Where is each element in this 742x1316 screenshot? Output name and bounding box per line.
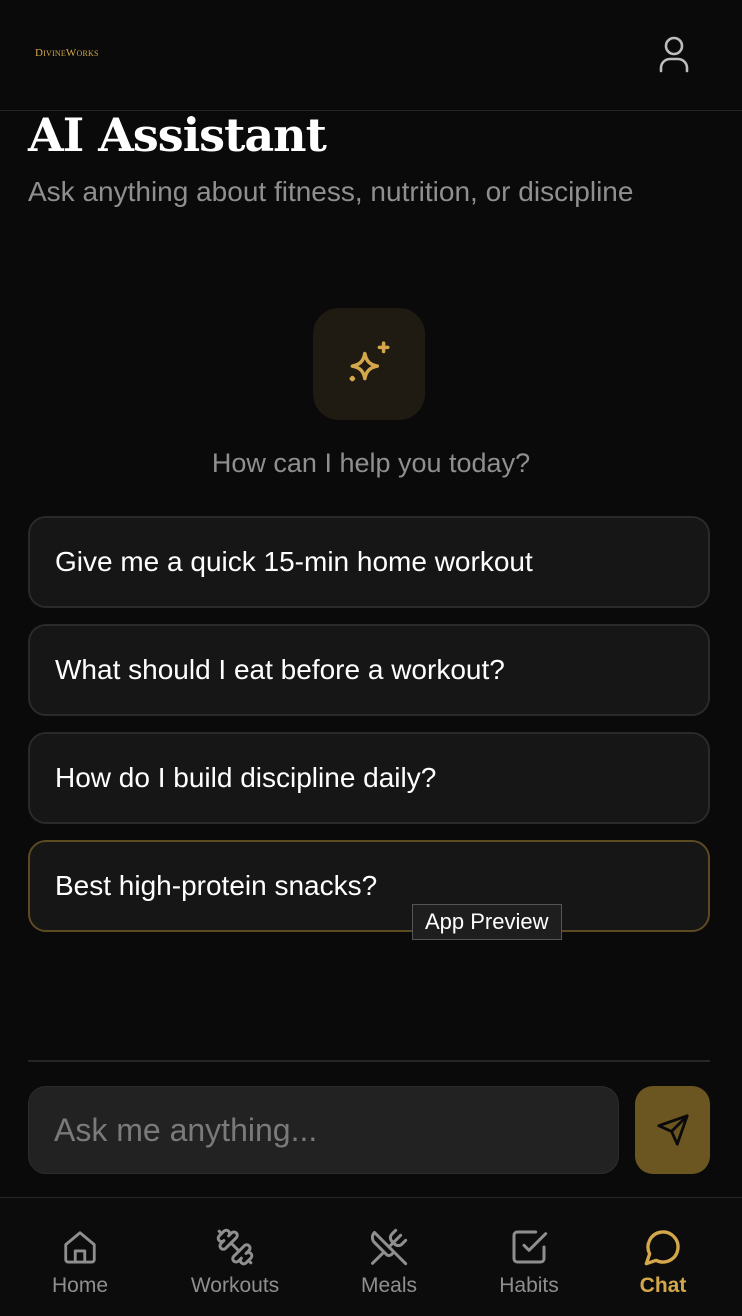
sparkles-icon — [349, 341, 390, 382]
utensils-icon — [369, 1226, 409, 1268]
page-title: AI Assistant — [28, 108, 327, 162]
suggestion-chip[interactable]: Best high-protein snacks? — [28, 840, 710, 932]
nav-item-workouts[interactable]: Workouts — [160, 1198, 310, 1316]
nav-label: Habits — [499, 1274, 559, 1297]
divider — [28, 1060, 710, 1062]
user-icon — [659, 36, 689, 73]
send-icon — [656, 1114, 689, 1146]
nav-item-chat[interactable]: Chat — [588, 1198, 738, 1316]
nav-label: Workouts — [190, 1274, 280, 1297]
suggestion-chip[interactable]: How do I build discipline daily? — [28, 732, 710, 824]
nav-item-home[interactable]: Home — [5, 1198, 155, 1316]
dumbbell-icon — [215, 1226, 255, 1268]
bottom-navigation: Home Workouts Meals Habits Chat — [0, 1197, 742, 1316]
profile-button[interactable] — [652, 32, 696, 76]
send-button[interactable] — [635, 1086, 710, 1174]
suggestion-chip[interactable]: What should I eat before a workout? — [28, 624, 710, 716]
app-logo[interactable]: DivineWorks — [35, 47, 99, 59]
nav-item-habits[interactable]: Habits — [454, 1198, 604, 1316]
nav-item-meals[interactable]: Meals — [314, 1198, 464, 1316]
nav-label: Meals — [360, 1274, 418, 1297]
page-subtitle: Ask anything about fitness, nutrition, o… — [28, 176, 634, 207]
nav-label: Chat — [639, 1274, 687, 1297]
message-circle-icon — [643, 1226, 683, 1268]
check-square-icon — [509, 1226, 549, 1268]
chat-input[interactable] — [28, 1086, 619, 1174]
app-preview-tooltip: App Preview — [412, 904, 562, 940]
assistant-icon-tile — [313, 308, 425, 420]
home-icon — [61, 1226, 99, 1268]
nav-label: Home — [51, 1274, 109, 1297]
app-screen: DivineWorks AI Assistant Ask anything ab… — [0, 0, 742, 1316]
suggestion-chip[interactable]: Give me a quick 15-min home workout — [28, 516, 710, 608]
assistant-prompt: How can I help you today? — [211, 448, 531, 478]
top-header: DivineWorks — [0, 0, 742, 111]
